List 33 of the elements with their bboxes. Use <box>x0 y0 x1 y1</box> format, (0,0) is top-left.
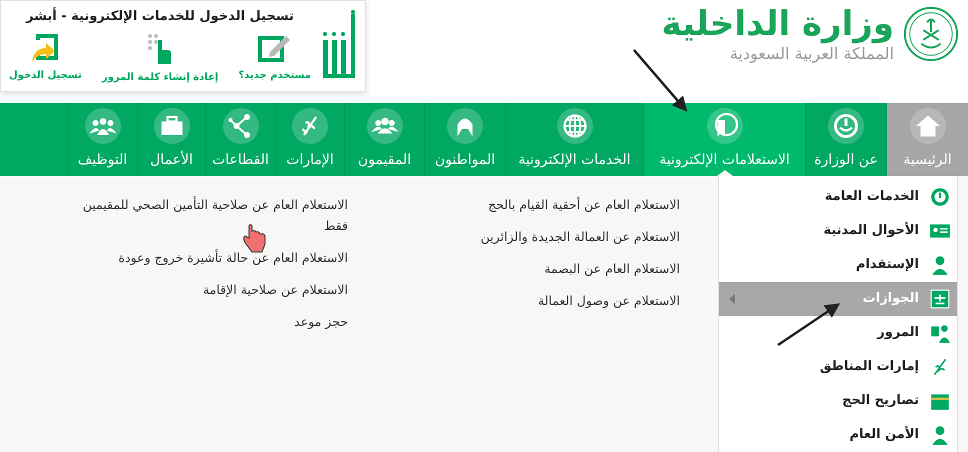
sidebar-item[interactable]: الأمن العام <box>719 418 957 452</box>
ministry-name: وزارة الداخلية <box>662 4 894 44</box>
passport-icon <box>929 288 951 310</box>
people-icon <box>366 108 402 144</box>
absher-title: تسجيل الدخول للخدمات الإلكترونية - أبشر <box>26 6 294 26</box>
sidebar-item[interactable]: المرور <box>719 316 957 350</box>
globe-bookmark-icon <box>706 108 742 144</box>
inquiry-link[interactable]: الاستعلام العام عن حالة تأشيرة خروج وعودة <box>63 247 348 268</box>
annotation-arrow <box>777 303 840 346</box>
inquiry-link[interactable]: حجز موعد <box>63 311 348 332</box>
person-headdress-icon <box>447 108 483 144</box>
team-icon <box>84 108 120 144</box>
ministry-emblem-icon <box>902 5 960 63</box>
annotation-arrow <box>633 49 688 112</box>
briefcase-icon <box>154 108 190 144</box>
globe-icon <box>556 108 592 144</box>
inquiry-link[interactable]: الاستعلام عن صلاحية الإقامة <box>63 279 348 300</box>
home-icon <box>910 108 946 144</box>
inquiry-link[interactable]: الاستعلام عن وصول العمالة <box>458 290 680 311</box>
inquiry-link[interactable]: الاستعلام العام عن البصمة <box>458 258 680 279</box>
caret-icon <box>729 294 735 304</box>
calligraphy-icon <box>292 108 328 144</box>
sidebar-item[interactable]: إمارات المناطق <box>719 350 957 384</box>
sidebar-item[interactable]: الأحوال المدنية <box>719 214 957 248</box>
inquiry-link[interactable]: الاستعلام عن العمالة الجديدة والزائرين <box>458 226 680 247</box>
sidebar-item[interactable]: الخدمات العامة <box>719 180 957 214</box>
country-name: المملكة العربية السعودية <box>730 44 894 64</box>
hand-cursor-icon <box>243 224 266 252</box>
inquiry-link[interactable]: الاستعلام العام عن أحقية القيام بالحج <box>458 194 680 215</box>
inquiry-link[interactable]: الاستعلام العام عن صلاحية التأمين الصحي للمقيمين فقط <box>63 194 348 236</box>
network-nodes-icon <box>222 108 258 144</box>
sidebar-item[interactable]: الإستقدام <box>719 248 957 282</box>
sidebar-item[interactable]: تصاريح الحج <box>719 384 957 418</box>
